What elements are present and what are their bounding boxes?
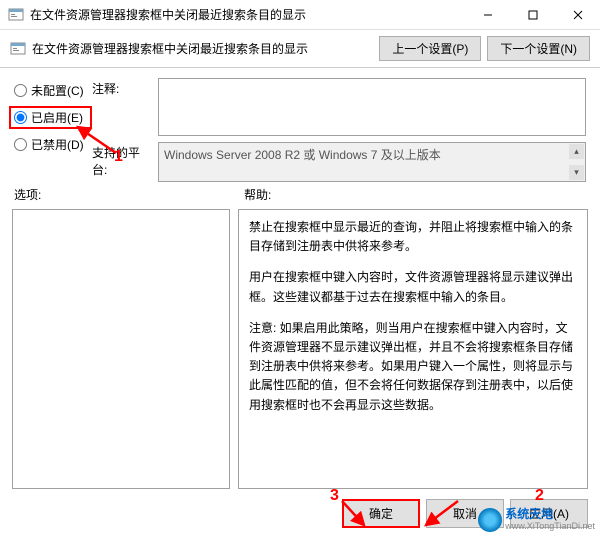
ok-button[interactable]: 确定 [342, 499, 420, 528]
radio-disabled[interactable]: 已禁用(D) [14, 136, 92, 153]
help-paragraph: 注意: 如果启用此策略，则当用户在搜索框中键入内容时，文件资源管理器不显示建议弹… [249, 319, 577, 415]
nav-buttons: 上一个设置(P) 下一个设置(N) [379, 36, 590, 61]
radio-group: 未配置(C) 已启用(E) 已禁用(D) [14, 78, 92, 182]
help-label: 帮助: [244, 186, 271, 203]
policy-icon [10, 41, 26, 57]
radio-label: 已启用(E) [31, 109, 83, 126]
policy-icon [8, 7, 24, 23]
help-pane: 禁止在搜索框中显示最近的查询，并阻止将搜索框中输入的条目存储到注册表中供将来参考… [238, 209, 588, 489]
supported-text: Windows Server 2008 R2 或 Windows 7 及以上版本 [164, 148, 441, 162]
section-labels: 选项: 帮助: [0, 186, 600, 203]
scroll-up-button[interactable]: ▴ [569, 144, 584, 159]
scroll-down-button[interactable]: ▾ [569, 165, 584, 180]
comment-textarea[interactable] [158, 78, 586, 136]
radio-label: 未配置(C) [31, 82, 84, 99]
radio-enabled[interactable]: 已启用(E) [9, 106, 92, 129]
watermark-main: 系统天地 [505, 508, 595, 521]
close-button[interactable] [555, 0, 600, 29]
window-title: 在文件资源管理器搜索框中关闭最近搜索条目的显示 [30, 6, 465, 23]
options-pane [12, 209, 230, 489]
radio-disabled-input[interactable] [14, 138, 27, 151]
titlebar: 在文件资源管理器搜索框中关闭最近搜索条目的显示 [0, 0, 600, 30]
supported-label: 支持的平台: [92, 142, 152, 178]
help-paragraph: 禁止在搜索框中显示最近的查询，并阻止将搜索框中输入的条目存储到注册表中供将来参考… [249, 218, 577, 256]
bottom-panes: 禁止在搜索框中显示最近的查询，并阻止将搜索框中输入的条目存储到注册表中供将来参考… [0, 203, 600, 495]
watermark-logo-icon [478, 508, 502, 532]
policy-title: 在文件资源管理器搜索框中关闭最近搜索条目的显示 [32, 40, 369, 57]
right-fields: 注释: 支持的平台: Windows Server 2008 R2 或 Wind… [92, 78, 586, 182]
options-label: 选项: [14, 186, 244, 203]
comment-label: 注释: [92, 78, 152, 97]
next-setting-button[interactable]: 下一个设置(N) [487, 36, 590, 61]
body-area: 未配置(C) 已启用(E) 已禁用(D) 注释: 支持的平台: Windows … [0, 68, 600, 186]
watermark-text: 系统天地 www.XiTongTianDi.net [505, 508, 595, 531]
supported-row: 支持的平台: Windows Server 2008 R2 或 Windows … [92, 142, 586, 182]
maximize-button[interactable] [510, 0, 555, 29]
help-paragraph: 用户在搜索框中键入内容时，文件资源管理器将显示建议弹出框。这些建议都基于过去在搜… [249, 268, 577, 306]
minimize-button[interactable] [465, 0, 510, 29]
radio-label: 已禁用(D) [31, 136, 84, 153]
watermark: 系统天地 www.XiTongTianDi.net [478, 508, 595, 532]
window-controls [465, 0, 600, 29]
radio-not-configured-input[interactable] [14, 84, 27, 97]
radio-not-configured[interactable]: 未配置(C) [14, 82, 92, 99]
prev-setting-button[interactable]: 上一个设置(P) [379, 36, 481, 61]
supported-on-box: Windows Server 2008 R2 或 Windows 7 及以上版本… [158, 142, 586, 182]
comment-row: 注释: [92, 78, 586, 136]
policy-header: 在文件资源管理器搜索框中关闭最近搜索条目的显示 上一个设置(P) 下一个设置(N… [0, 30, 600, 68]
watermark-sub: www.XiTongTianDi.net [505, 522, 595, 532]
radio-enabled-input[interactable] [14, 111, 27, 124]
